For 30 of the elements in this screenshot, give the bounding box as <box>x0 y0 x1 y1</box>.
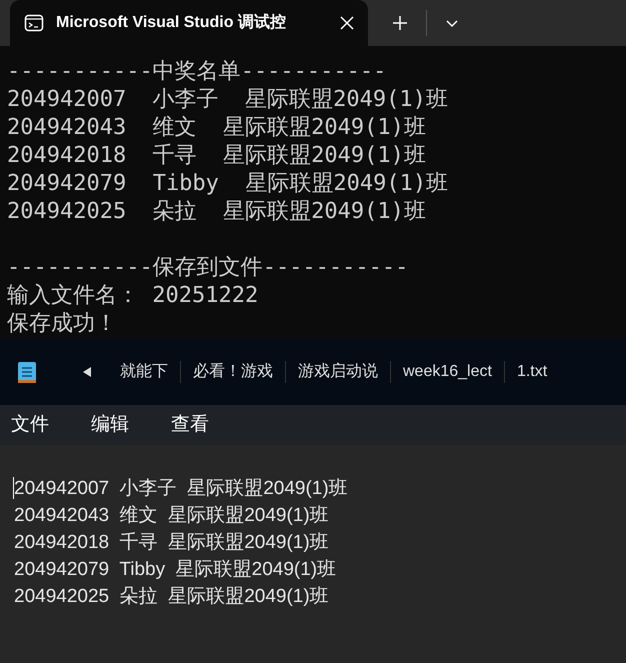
console-line: 204942018 千寻 星际联盟2049(1)班 <box>7 142 427 170</box>
plus-icon[interactable] <box>392 15 408 31</box>
text-line: 204942079 Tibby 星际联盟2049(1)班 <box>14 558 338 582</box>
text-line: 204942043 维文 星际联盟2049(1)班 <box>14 504 330 528</box>
file-tab[interactable]: 就能下 <box>108 360 180 384</box>
file-tab[interactable]: 游戏启动说 <box>286 360 390 384</box>
text-cursor <box>13 477 14 499</box>
console-line: 204942043 维文 星际联盟2049(1)班 <box>7 114 427 142</box>
text-line: 204942007 小李子 星际联盟2049(1)班 <box>14 477 349 501</box>
console-line: -----------保存到文件----------- <box>7 254 410 282</box>
console-line: 204942007 小李子 星际联盟2049(1)班 <box>7 86 449 114</box>
close-icon[interactable] <box>340 16 354 30</box>
file-tab[interactable]: 必看！游戏 <box>181 360 285 384</box>
notepad-icon <box>16 360 38 384</box>
console-line: 204942079 Tibby 星际联盟2049(1)班 <box>7 170 450 198</box>
console-line: -----------中奖名单----------- <box>7 58 388 86</box>
scroll-left-icon[interactable] <box>82 366 92 378</box>
console-line: 保存成功！ <box>7 310 118 338</box>
console-line: 输入文件名： 20251222 <box>7 282 260 310</box>
text-line: 204942025 朵拉 星际联盟2049(1)班 <box>14 585 330 609</box>
file-tab[interactable]: week16_lect <box>391 360 504 384</box>
tab-title: Microsoft Visual Studio 调试控 <box>56 12 286 33</box>
terminal-icon <box>24 13 44 33</box>
file-tab[interactable]: 1.txt <box>504 360 560 384</box>
menu-item[interactable]: 查看 <box>171 410 209 440</box>
text-line: 204942018 千寻 星际联盟2049(1)班 <box>14 531 330 555</box>
menu-item[interactable]: 文件 <box>11 410 49 440</box>
menu-item[interactable]: 编辑 <box>91 410 129 440</box>
terminal-tab[interactable]: Microsoft Visual Studio 调试控 <box>10 0 368 46</box>
console-line: 204942025 朵拉 星际联盟2049(1)班 <box>7 198 427 226</box>
